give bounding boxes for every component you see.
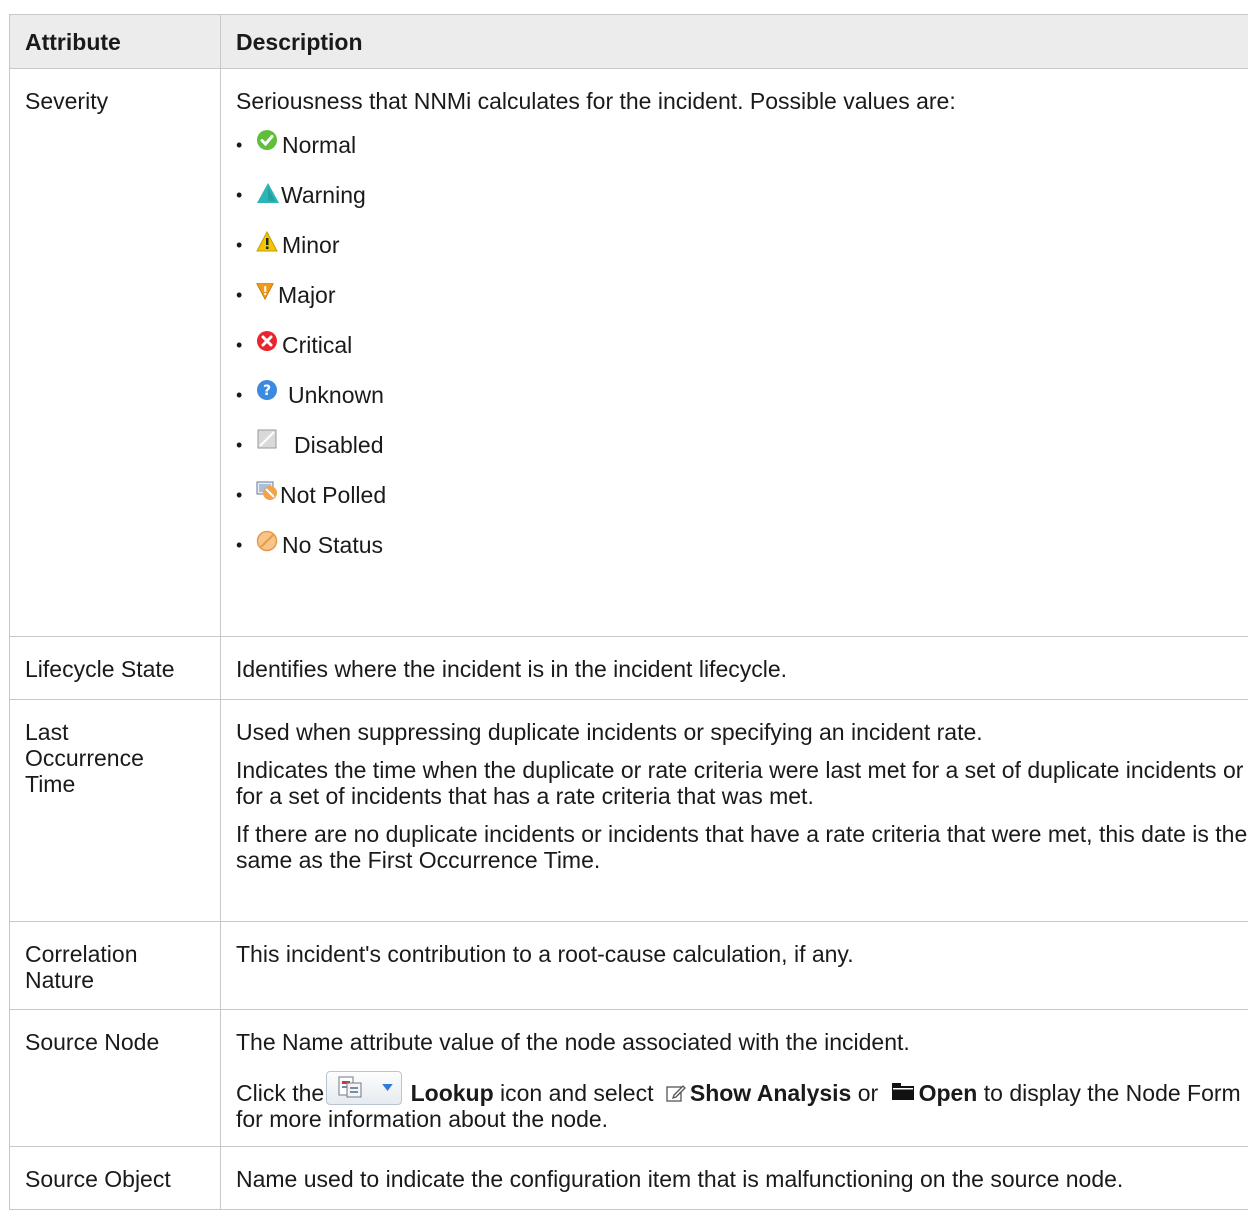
attribute-name: Last Occurrence Time [10,700,221,922]
list-item: Critical [236,320,1248,370]
description-cell: This incident's contribution to a root-c… [221,922,1248,1010]
folder-icon [891,1081,915,1101]
paragraph: The Name attribute value of the node ass… [236,1029,1248,1055]
list-item: Not Polled [236,470,1248,520]
severity-label: Critical [282,332,352,358]
table-row-last-occurrence-time: Last Occurrence Time Used when suppressi… [10,700,1248,922]
lookup-icon [335,1074,365,1102]
severity-label: Unknown [288,382,384,408]
attribute-table: Attribute Description Severity Seriousne… [9,14,1248,1210]
triangle-down-icon [256,280,274,302]
description-cell: Identifies where the incident is in the … [221,637,1248,700]
attribute-name: Lifecycle State [10,637,221,700]
lookup-button[interactable] [326,1071,402,1105]
attribute-name: Source Node [10,1010,221,1147]
description-cell: Name used to indicate the configuration … [221,1147,1248,1210]
disabled-square-icon [256,428,278,450]
paragraph: Used when suppressing duplicate incident… [236,719,1248,745]
svg-text:?: ? [263,383,271,399]
edit-icon [666,1083,686,1103]
list-item: No Status [236,520,1248,570]
list-item: Major [236,270,1248,320]
table-row-source-node: Source Node The Name attribute value of … [10,1010,1248,1147]
check-circle-icon [256,129,278,151]
list-item: ? Unknown [236,370,1248,420]
attribute-name: Severity [10,69,221,637]
list-item: Minor [236,220,1248,270]
description-cell: The Name attribute value of the node ass… [221,1010,1248,1147]
severity-label: Major [278,282,336,308]
severity-label: Disabled [294,432,384,458]
x-circle-icon [256,330,278,352]
question-circle-icon: ? [256,379,278,401]
severity-label: Not Polled [280,482,386,508]
severity-list: Normal Warning [236,120,1248,570]
severity-label: Minor [282,232,340,258]
severity-label: Warning [281,182,366,208]
severity-intro: Seriousness that NNMi calculates for the… [236,88,1248,114]
list-item: Normal [236,120,1248,170]
list-item: Disabled [236,420,1248,470]
description-cell: Used when suppressing duplicate incident… [221,700,1248,922]
severity-label: No Status [282,532,383,558]
not-polled-icon [256,479,278,501]
chevron-down-icon [382,1084,393,1091]
table-row-correlation-nature: Correlation Nature This incident's contr… [10,922,1248,1010]
table-row-source-object: Source Object Name used to indicate the … [10,1147,1248,1210]
header-attribute: Attribute [10,15,221,69]
paragraph: Indicates the time when the duplicate or… [236,757,1248,809]
paragraph: If there are no duplicate incidents or i… [236,821,1248,873]
paragraph: Click the Lookup icon and select [236,1071,1248,1132]
severity-label: Normal [282,132,356,158]
no-status-icon [256,530,278,552]
attribute-name: Source Object [10,1147,221,1210]
attribute-name: Correlation Nature [10,922,221,1010]
table-row-lifecycle-state: Lifecycle State Identifies where the inc… [10,637,1248,700]
triangle-up-icon [256,182,280,204]
list-item: Warning [236,170,1248,220]
header-description: Description [221,15,1248,69]
warning-triangle-icon [256,231,278,253]
description-cell: Seriousness that NNMi calculates for the… [221,69,1248,637]
table-row-severity: Severity Seriousness that NNMi calculate… [10,69,1248,637]
table-header-row: Attribute Description [10,15,1248,69]
